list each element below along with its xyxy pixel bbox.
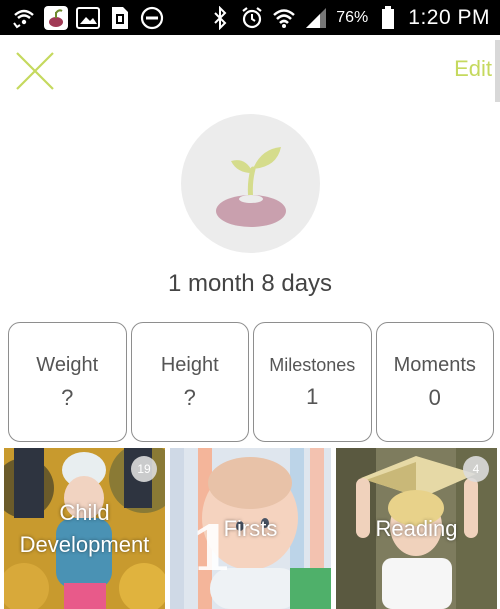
alarm-icon [240,6,264,30]
reading-label: Reading [375,516,458,541]
child-development-label-line2: Development [19,532,150,557]
child-development-count: 19 [131,456,157,482]
baby-age: 1 month 8 days [167,270,333,297]
app-notification-icon [44,5,68,30]
moments-label: Moments [393,353,476,376]
milestones-card[interactable]: Milestones 1 [253,322,372,442]
baby-avatar[interactable] [181,114,320,253]
bean-sprout-icon [215,146,286,227]
weight-value: ? [61,384,74,410]
close-icon [16,52,54,90]
reading-tile[interactable]: 4 Reading [336,448,497,609]
gallery-icon [76,6,100,30]
milestones-label: Milestones [269,354,356,375]
weight-card[interactable]: Weight ? [8,322,127,442]
sim-storage-icon [108,6,132,30]
edit-button[interactable]: Edit [454,56,492,82]
battery-percent: 76% [336,8,369,26]
child-development-tile[interactable]: 19 Child Development [4,448,165,609]
moments-card[interactable]: Moments 0 [375,322,494,442]
moments-value: 0 [428,384,441,410]
height-value: ? [183,384,196,410]
wifi-icon [272,6,296,30]
firsts-label: Firsts [223,516,278,541]
weight-label: Weight [36,353,99,376]
close-button[interactable] [14,50,56,92]
category-tiles: 19 Child Development 1 Firsts 4 Reading [4,448,498,609]
scrollbar [495,40,500,102]
battery-icon [376,5,400,30]
height-label: Height [160,353,219,376]
child-development-label-line1: Child [59,500,110,525]
height-card[interactable]: Height ? [130,322,249,442]
stats-row: Weight ? Height ? Milestones 1 Moments 0 [8,322,494,442]
clock: 1:20 PM [408,5,490,29]
do-not-disturb-icon [140,6,164,30]
signal-icon [304,6,328,30]
wifi-call-icon [12,6,36,30]
reading-count: 4 [463,456,489,482]
firsts-tile[interactable]: 1 Firsts [170,448,331,609]
milestones-value: 1 [306,383,319,409]
status-bar: 76% 1:20 PM [0,0,500,35]
bluetooth-icon [208,5,232,30]
